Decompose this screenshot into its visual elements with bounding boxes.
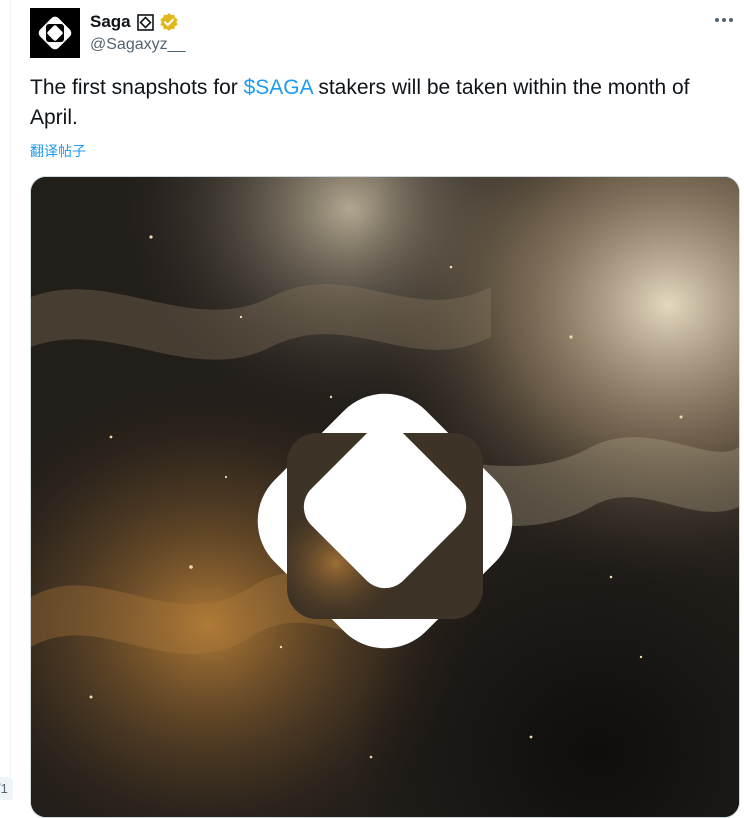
translate-post-link[interactable]: 翻译帖子 bbox=[30, 141, 86, 161]
nebula-background-image bbox=[31, 177, 739, 817]
verified-badge-icon[interactable] bbox=[159, 12, 179, 32]
tweet-text: The first snapshots for $SAGA stakers wi… bbox=[30, 73, 730, 133]
more-options-button[interactable] bbox=[712, 8, 736, 32]
saga-diamond-emoji-icon bbox=[136, 13, 154, 31]
tweet-text-part: The first snapshots for bbox=[30, 76, 244, 99]
saga-logo-icon bbox=[30, 8, 80, 58]
timeline-divider bbox=[10, 0, 11, 800]
author-name-row[interactable]: Saga bbox=[90, 11, 179, 33]
page-marker: /1 bbox=[0, 777, 13, 800]
cashtag-link[interactable]: $SAGA bbox=[244, 76, 313, 99]
display-name[interactable]: Saga bbox=[90, 12, 131, 32]
more-dots-icon bbox=[715, 18, 733, 22]
author-handle[interactable]: @Sagaxyz__ bbox=[90, 36, 185, 54]
tweet-media-image[interactable] bbox=[30, 176, 740, 818]
avatar[interactable] bbox=[30, 8, 80, 58]
